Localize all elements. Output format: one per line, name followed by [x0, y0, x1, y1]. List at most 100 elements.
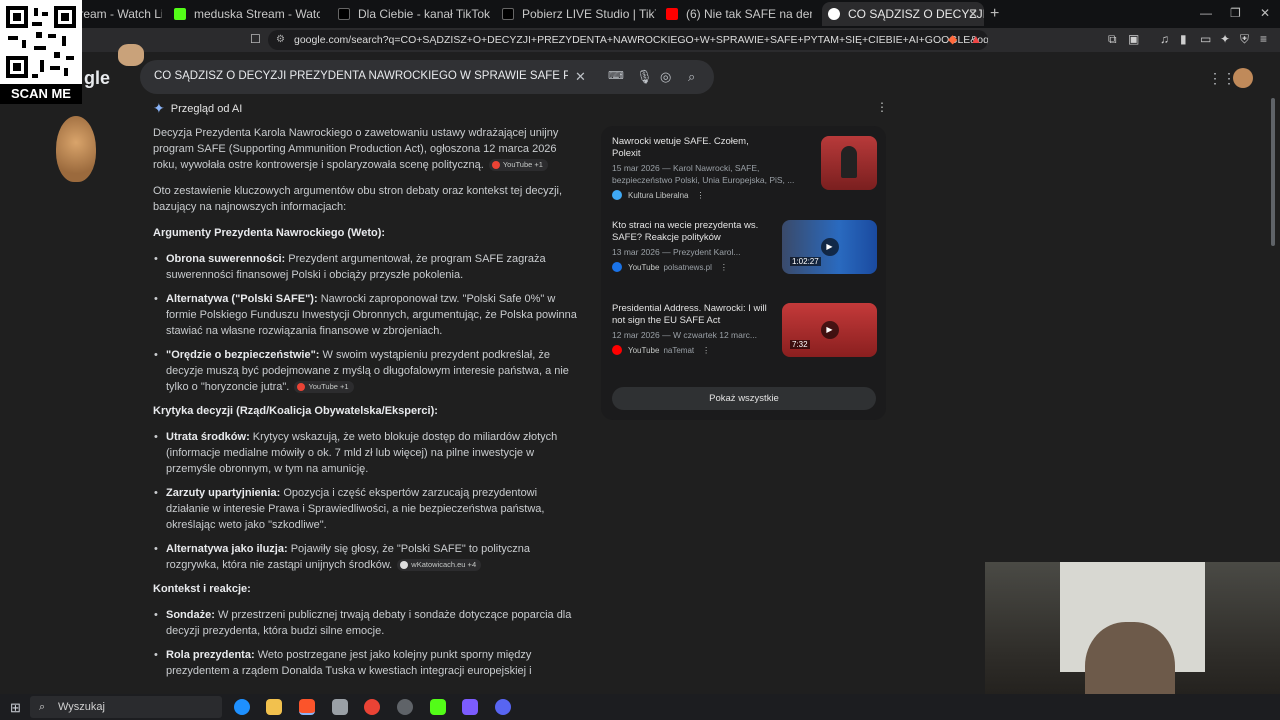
- source-title[interactable]: Kto straci na wecie prezydenta ws. SAFE?…: [612, 220, 772, 244]
- source-title[interactable]: Presidential Address. Nawrocki: I will n…: [612, 303, 772, 327]
- source-card[interactable]: Kto straci na wecie prezydenta ws. SAFE?…: [612, 220, 877, 274]
- show-all-button[interactable]: Pokaż wszystkie: [612, 387, 876, 410]
- list-item: Alternatywa ("Polski SAFE"): Nawrocki za…: [153, 291, 578, 339]
- chrome-icon[interactable]: [364, 699, 380, 715]
- address-bar[interactable]: ⚙ google.com/search?q=CO+SĄDZISZ+O+DECYZ…: [268, 30, 988, 50]
- minimize-icon[interactable]: —: [1200, 6, 1212, 20]
- source-chip[interactable]: wKatowicach.eu +4: [397, 559, 482, 572]
- google-logo[interactable]: gle: [84, 68, 110, 89]
- list-item: Rola prezydenta: Weto postrzegane jest j…: [153, 647, 578, 679]
- tab-tiktok-live[interactable]: Dla Ciebie - kanał TikTok LIVE: [332, 2, 492, 26]
- video-thumbnail[interactable]: ▶ 1:02:27: [782, 220, 877, 274]
- sidebar-icon[interactable]: ▮: [1180, 32, 1187, 46]
- file-explorer-icon[interactable]: [266, 699, 282, 715]
- discord-icon[interactable]: [495, 699, 511, 715]
- source-snippet: 15 mar 2026 — Karol Nawrocki, SAFE, bezp…: [612, 163, 795, 185]
- source-chip[interactable]: YouTube +1: [488, 159, 548, 172]
- tab-label: tream - Watch Live on: [76, 7, 162, 21]
- media-icon[interactable]: ♫: [1160, 32, 1169, 46]
- new-tab-icon[interactable]: +: [990, 5, 999, 23]
- arguments-list: Obrona suwerenności: Prezydent argumento…: [153, 251, 578, 395]
- close-tab-icon[interactable]: ✕: [968, 7, 978, 21]
- clear-search-icon[interactable]: ✕: [575, 69, 586, 85]
- sources-panel: Nawrocki wetuje SAFE. Czołem, Polexit 15…: [601, 126, 886, 420]
- person-figure: [841, 146, 857, 178]
- lens-icon[interactable]: ◎: [660, 69, 671, 85]
- video-thumbnail[interactable]: ▶ 7:32: [782, 303, 877, 357]
- tab-stream[interactable]: tream - Watch Live on: [70, 2, 162, 26]
- source-thumbnail[interactable]: [821, 136, 877, 190]
- youtube-icon: [612, 345, 622, 355]
- tab-kick[interactable]: meduska Stream - Watch Live on Kic: [168, 2, 320, 26]
- extensions-icon[interactable]: ⧉: [1108, 32, 1117, 47]
- more-icon[interactable]: ⋮: [720, 263, 728, 272]
- search-icon: ⌕: [39, 701, 46, 713]
- kick-icon[interactable]: [430, 699, 446, 715]
- apps-grid-icon[interactable]: ⋮⋮: [1208, 70, 1236, 87]
- intro-paragraph: Decyzja Prezydenta Karola Nawrockiego o …: [153, 127, 559, 172]
- keyboard-icon[interactable]: ⌨: [608, 69, 624, 82]
- more-options-icon[interactable]: ⋮: [876, 100, 888, 114]
- brave-rewards-icon[interactable]: ▲: [970, 32, 982, 46]
- criticism-list: Utrata środków: Krytycy wskazują, że wet…: [153, 429, 578, 573]
- ai-sparkle-icon: ✦: [153, 100, 165, 116]
- play-icon[interactable]: ▶: [820, 238, 839, 256]
- video-duration: 1:02:27: [790, 257, 821, 266]
- edge-icon[interactable]: [234, 699, 250, 715]
- search-box[interactable]: CO SĄDZISZ O DECYZJI PREZYDENTA NAWROCKI…: [140, 60, 714, 94]
- youtube-icon: [491, 161, 500, 170]
- tab-label: meduska Stream - Watch Live on Kic: [194, 7, 320, 21]
- close-window-icon[interactable]: ✕: [1260, 6, 1270, 20]
- vpn-icon[interactable]: ⛨: [1240, 32, 1249, 47]
- brave-shield-icon[interactable]: ◆: [948, 32, 957, 46]
- section-heading: Kontekst i reakcje:: [153, 583, 251, 595]
- qr-label: SCAN ME: [0, 84, 82, 104]
- app-icon[interactable]: [462, 699, 478, 715]
- tab-google-search[interactable]: CO SĄDZISZ O DECYZJI PREZYD ✕: [822, 2, 984, 26]
- brave-icon[interactable]: [299, 699, 315, 715]
- qr-code-overlay: SCAN ME: [0, 0, 82, 104]
- source-card[interactable]: Nawrocki wetuje SAFE. Czołem, Polexit 15…: [612, 136, 877, 200]
- section-heading: Argumenty Prezydenta Nawrockiego (Weto):: [153, 227, 386, 239]
- site-icon: [400, 561, 409, 570]
- obs-icon[interactable]: [397, 699, 413, 715]
- bookmark-icon[interactable]: ☐: [250, 32, 261, 46]
- restore-icon[interactable]: ❐: [1230, 6, 1241, 20]
- search-input[interactable]: CO SĄDZISZ O DECYZJI PREZYDENTA NAWROCKI…: [154, 70, 568, 82]
- play-icon[interactable]: ▶: [820, 321, 839, 339]
- source-chip[interactable]: YouTube +1: [294, 381, 354, 394]
- screenshot-icon[interactable]: ▣: [1128, 32, 1139, 46]
- windows-start-icon[interactable]: ⊞: [10, 700, 21, 716]
- polsat-icon: [612, 262, 622, 272]
- app-icon[interactable]: [332, 699, 348, 715]
- youtube-icon: [666, 8, 678, 20]
- menu-icon[interactable]: ≡: [1260, 32, 1267, 46]
- tiktok-icon: [502, 8, 514, 20]
- list-item: Alternatywa jako iluzja: Pojawiły się gł…: [153, 541, 578, 573]
- tab-label: Pobierz LIVE Studio | TikTok: [522, 7, 656, 21]
- microphone-icon[interactable]: 🎙: [636, 69, 653, 85]
- list-item: Sondaże: W przestrzeni publicznej trwają…: [153, 607, 578, 639]
- source-card[interactable]: Presidential Address. Nawrocki: I will n…: [612, 303, 877, 357]
- avatar[interactable]: [1233, 68, 1253, 88]
- source-title[interactable]: Nawrocki wetuje SAFE. Czołem, Polexit: [612, 136, 772, 160]
- kick-icon: [174, 8, 186, 20]
- tab-label: Dla Ciebie - kanał TikTok LIVE: [358, 7, 492, 21]
- more-icon[interactable]: ⋮: [696, 191, 704, 200]
- wallet-icon[interactable]: ▭: [1200, 32, 1211, 46]
- leo-ai-icon[interactable]: ✦: [1220, 32, 1230, 46]
- list-item: Utrata środków: Krytycy wskazują, że wet…: [153, 429, 578, 477]
- taskbar-search[interactable]: ⌕ Wyszukaj: [30, 696, 222, 718]
- tab-youtube[interactable]: (6) Nie tak SAFE na demonstracji za S: [660, 2, 812, 26]
- section-heading: Krytyka decyzji (Rząd/Koalicja Obywatels…: [153, 405, 438, 417]
- more-icon[interactable]: ⋮: [702, 346, 710, 355]
- summary-paragraph: Oto zestawienie kluczowych argumentów ob…: [153, 185, 563, 213]
- cat-sticker: [118, 44, 144, 66]
- tab-tiktok-studio[interactable]: Pobierz LIVE Studio | TikTok: [496, 2, 656, 26]
- list-item: Obrona suwerenności: Prezydent argumento…: [153, 251, 578, 283]
- scrollbar[interactable]: [1271, 98, 1275, 246]
- source-site: Kultura Liberalna ⋮: [612, 190, 877, 200]
- url-text: google.com/search?q=CO+SĄDZISZ+O+DECYZJI…: [294, 34, 988, 46]
- search-icon[interactable]: ⌕: [688, 69, 695, 85]
- site-info-icon[interactable]: ⚙: [276, 30, 285, 50]
